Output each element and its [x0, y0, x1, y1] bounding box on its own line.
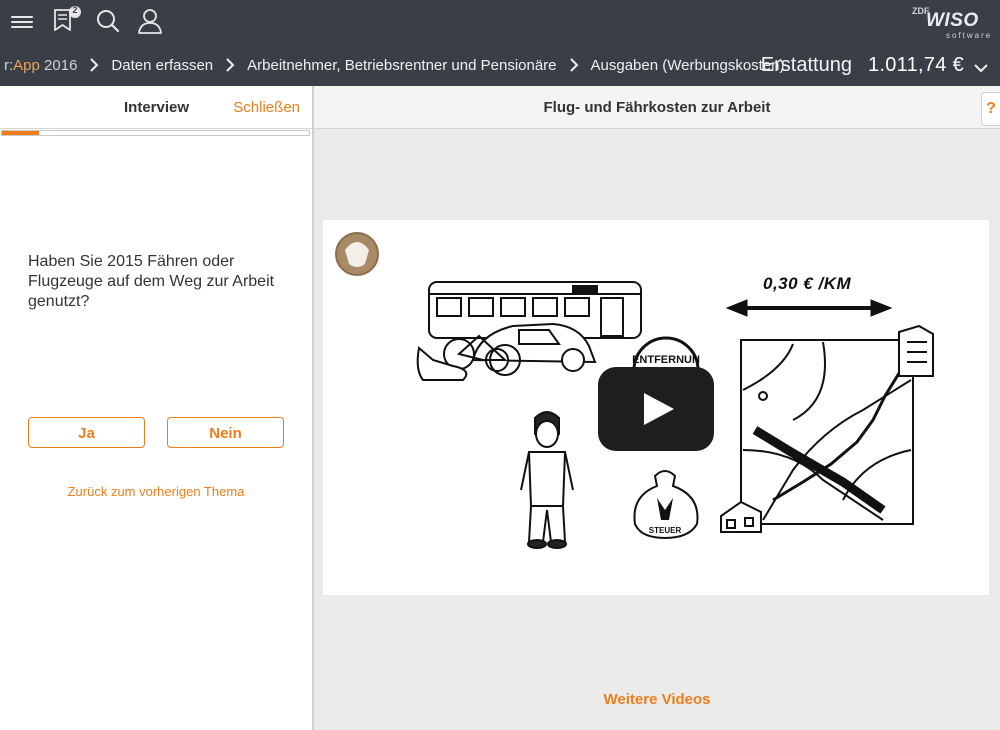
refund-amount: 1.011,74 € [867, 53, 964, 76]
content-header: Flug- und Fährkosten zur Arbeit ? [314, 86, 1000, 129]
interview-title: Interview [124, 99, 190, 116]
more-videos-link[interactable]: Weitere Videos [314, 691, 1000, 708]
hamburger-menu-icon[interactable] [11, 14, 33, 35]
breadcrumb-item-daten-erfassen[interactable]: Daten erfassen [111, 57, 213, 74]
back-to-previous-topic-link[interactable]: Zurück zum vorherigen Thema [0, 484, 312, 499]
progress-bar [1, 130, 310, 136]
rate-per-km-label: 0,30 € /KM [763, 274, 852, 293]
bag-label: STEUER [649, 526, 682, 535]
help-button[interactable]: ? [981, 92, 1000, 126]
federal-eagle-icon [335, 232, 379, 276]
logo-software-text: software [946, 31, 993, 40]
breadcrumb-app[interactable]: r:App 2016 [4, 57, 77, 74]
top-bar: 2 ZDF WISO software r:App 2016 Daten erf… [0, 0, 1000, 86]
refund-label: Erstattung [760, 53, 852, 76]
chevron-right-icon [85, 58, 103, 72]
breadcrumb-app-name: App [13, 56, 40, 74]
chevron-right-icon [565, 58, 583, 72]
man-drawing [520, 411, 574, 549]
interview-panel: Interview Schließen Haben Sie 2015 Fähre… [0, 86, 314, 730]
interview-header: Interview Schließen [0, 86, 312, 129]
progress-fill [2, 131, 39, 135]
search-icon[interactable] [96, 9, 120, 38]
logo-wiso-text: WISO [926, 10, 979, 31]
bookmark-list-icon[interactable]: 2 [52, 5, 84, 39]
play-icon [644, 393, 674, 425]
chevron-down-icon[interactable] [974, 60, 988, 73]
breadcrumb-app-prefix: r: [4, 56, 14, 74]
breadcrumb-item-arbeitnehmer[interactable]: Arbeitnehmer, Betriebsrentner und Pensio… [247, 57, 556, 74]
user-icon[interactable] [137, 8, 163, 39]
video-player[interactable]: ENTFERNUN STEUER 0,30 € /KM [323, 220, 989, 595]
wiso-logo: ZDF WISO software [912, 6, 990, 40]
city-map-drawing [740, 339, 914, 525]
refund-summary[interactable]: Erstattung 1.011,74 € [761, 52, 988, 78]
tax-money-bag-drawing: STEUER [633, 470, 699, 540]
play-button[interactable] [598, 367, 714, 451]
breadcrumb: r:App 2016 Daten erfassen Arbeitnehmer, … [0, 52, 785, 78]
no-button[interactable]: Nein [167, 417, 284, 448]
yes-button[interactable]: Ja [28, 417, 145, 448]
chevron-right-icon [221, 58, 239, 72]
distance-arrow [725, 299, 893, 317]
office-building-drawing [898, 324, 934, 377]
breadcrumb-app-year: 2016 [39, 56, 78, 74]
content-title: Flug- und Fährkosten zur Arbeit [543, 99, 771, 116]
bookmark-badge: 2 [72, 5, 78, 15]
breadcrumb-item-ausgaben[interactable]: Ausgaben (Werbungskosten) [591, 57, 785, 74]
close-button[interactable]: Schließen [233, 99, 300, 116]
question-text: Haben Sie 2015 Fähren oder Flugzeuge auf… [28, 253, 275, 310]
sign-label: ENTFERNUN [632, 354, 700, 366]
